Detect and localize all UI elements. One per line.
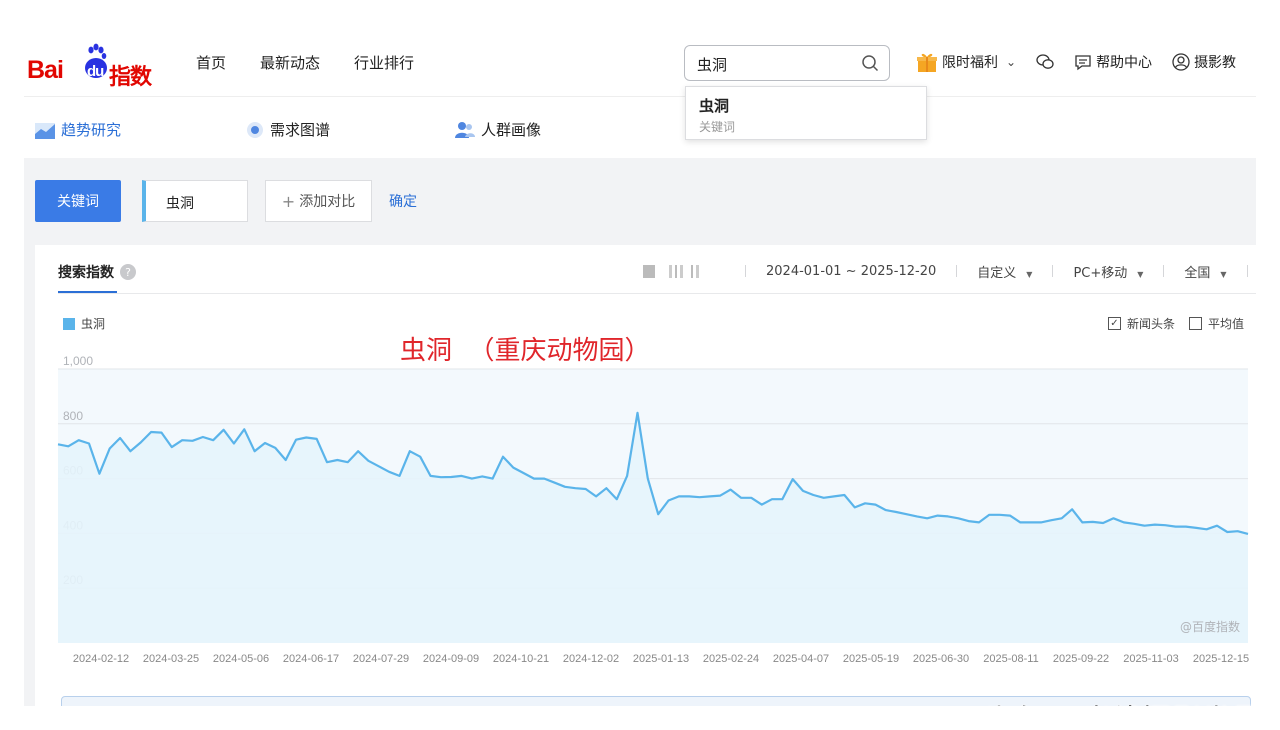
wechat-link[interactable] [1036,53,1054,71]
x-tick-label: 2024-02-12 [73,653,129,665]
logo-text-index: 指数 [109,64,152,89]
tab-label: 人群画像 [481,121,542,139]
y-tick-label: 800 [63,409,83,423]
x-tick-label: 2025-05-19 [843,653,899,665]
search-index-chart[interactable]: 2004006008001,0002024-02-122024-03-25202… [35,345,1256,685]
right-nav: 限时福利 ⌄ 帮助中心 摄影教 [916,50,1256,74]
legend-swatch [63,317,75,330]
welfare-label: 限时福利 [942,55,998,71]
help-icon[interactable]: ? [120,264,136,280]
tab-demand-map[interactable]: 需求图谱 [246,119,330,140]
average-toggle[interactable]: 平均值 [1188,315,1244,332]
blurred-text [643,264,725,278]
logo-text-bai: Bai [27,56,64,84]
x-tick-label: 2025-01-13 [633,653,689,665]
nav-link-news[interactable]: 最新动态 [260,52,320,73]
x-tick-label: 2025-04-07 [773,653,829,665]
sub-tabs: 趋势研究 需求图谱 人群画像 [24,96,1256,158]
message-icon [1075,55,1091,71]
suggestion-type: 关键词 [699,120,736,134]
chart-legend[interactable]: 虫洞 [63,315,105,332]
nav-link-home[interactable]: 首页 [196,52,226,73]
chevron-down-icon: ⌄ [1006,55,1017,69]
x-tick-label: 2025-11-03 [1123,653,1178,665]
radar-icon [247,121,263,138]
add-compare-button[interactable]: + 添加对比 [265,180,372,222]
help-center-link[interactable]: 帮助中心 [1074,52,1152,72]
browser-frame: Bai du 指数 首页 最新动态 行业排行 虫洞 限时福利 ⌄ 帮助中心 摄影… [24,24,1256,706]
search-input[interactable]: 虫洞 [697,54,727,75]
x-tick-label: 2024-06-17 [283,653,339,665]
chart-options: ✓ 新闻头条 平均值 [1107,315,1244,332]
keyword-input[interactable]: 虫洞 [142,180,248,222]
custom-range-label: 自定义 [977,265,1017,281]
search-icon[interactable] [861,54,879,72]
date-range[interactable]: 2024-01-01 ~ 2025-12-20 [766,264,936,279]
news-label: 新闻头条 [1126,317,1175,331]
user-label: 摄影教 [1194,55,1237,71]
user-avatar-icon [1172,53,1190,71]
legend-label: 虫洞 [81,317,106,331]
add-compare-label: 添加对比 [299,194,356,210]
x-tick-label: 2025-08-11 [983,653,1038,665]
card-title[interactable]: 搜索指数 ? [58,262,136,282]
separator [1052,265,1054,277]
plus-icon: + [281,191,296,211]
x-tick-label: 2024-12-02 [563,653,619,665]
region-select[interactable]: 全国 ▼ [1184,262,1226,281]
separator [1163,265,1165,277]
separator [956,265,958,277]
watermark: 头条 @光线摄影世界 [982,696,1256,706]
checkbox-unchecked[interactable] [1188,317,1202,330]
top-navigation: Bai du 指数 首页 最新动态 行业排行 虫洞 限时福利 ⌄ 帮助中心 摄影… [24,24,1256,96]
search-index-card: 搜索指数 ? 2024-01-01 ~ 2025-12-20 自定义 ▼ PC+移… [35,245,1256,706]
caret-down-icon: ▼ [1026,269,1033,279]
x-tick-label: 2024-10-21 [493,653,549,665]
search-suggestion[interactable]: 虫洞 关键词 [685,86,927,140]
separator [745,265,746,277]
gift-icon [917,53,937,72]
main-nav: 首页 最新动态 行业排行 [196,52,414,73]
trend-chart-icon [35,122,55,139]
x-tick-label: 2024-03-25 [143,653,199,665]
region-label: 全国 [1184,265,1211,281]
card-title-text: 搜索指数 [58,265,114,281]
tab-crowd-portrait[interactable]: 人群画像 [455,119,541,140]
separator [1246,265,1248,277]
help-center-label: 帮助中心 [1096,55,1153,71]
people-icon [455,121,475,138]
user-menu[interactable]: 摄影教 [1172,52,1236,72]
logo-text-du: du [87,63,104,80]
keyword-button[interactable]: 关键词 [35,180,121,222]
filter-bar: 2024-01-01 ~ 2025-12-20 自定义 ▼ PC+移动 ▼ 全国 ▼ [643,262,1256,281]
caret-down-icon: ▼ [1220,269,1227,279]
x-tick-label: 2024-09-09 [423,653,479,665]
baidu-index-logo[interactable]: Bai du 指数 [27,42,152,89]
average-label: 平均值 [1207,317,1244,331]
x-tick-label: 2025-06-30 [913,653,969,665]
x-tick-label: 2025-09-22 [1053,653,1109,665]
custom-range-select[interactable]: 自定义 ▼ [977,262,1032,281]
tab-label: 趋势研究 [61,121,122,139]
x-tick-label: 2025-02-24 [703,653,759,665]
confirm-link[interactable]: 确定 [389,191,417,211]
wechat-icon [1036,54,1054,69]
caret-down-icon: ▼ [1137,269,1144,279]
y-tick-label: 1,000 [63,354,93,368]
x-tick-label: 2024-05-06 [213,653,269,665]
news-toggle[interactable]: ✓ 新闻头条 [1107,315,1175,332]
search-box[interactable]: 虫洞 [684,45,890,81]
welfare-menu[interactable]: 限时福利 ⌄ [916,51,1016,73]
chart-copyright: @百度指数 [1180,619,1240,634]
checkbox-checked[interactable]: ✓ [1107,317,1121,330]
x-tick-label: 2024-07-29 [353,653,409,665]
nav-link-ranking[interactable]: 行业排行 [354,52,414,73]
device-select[interactable]: PC+移动 ▼ [1073,262,1143,281]
tab-label: 需求图谱 [270,121,331,139]
tab-trend-research[interactable]: 趋势研究 [35,119,121,140]
divider [58,293,1256,294]
device-label: PC+移动 [1073,265,1128,281]
x-tick-label: 2025-12-15 [1193,653,1249,665]
suggestion-title: 虫洞 [699,97,730,115]
